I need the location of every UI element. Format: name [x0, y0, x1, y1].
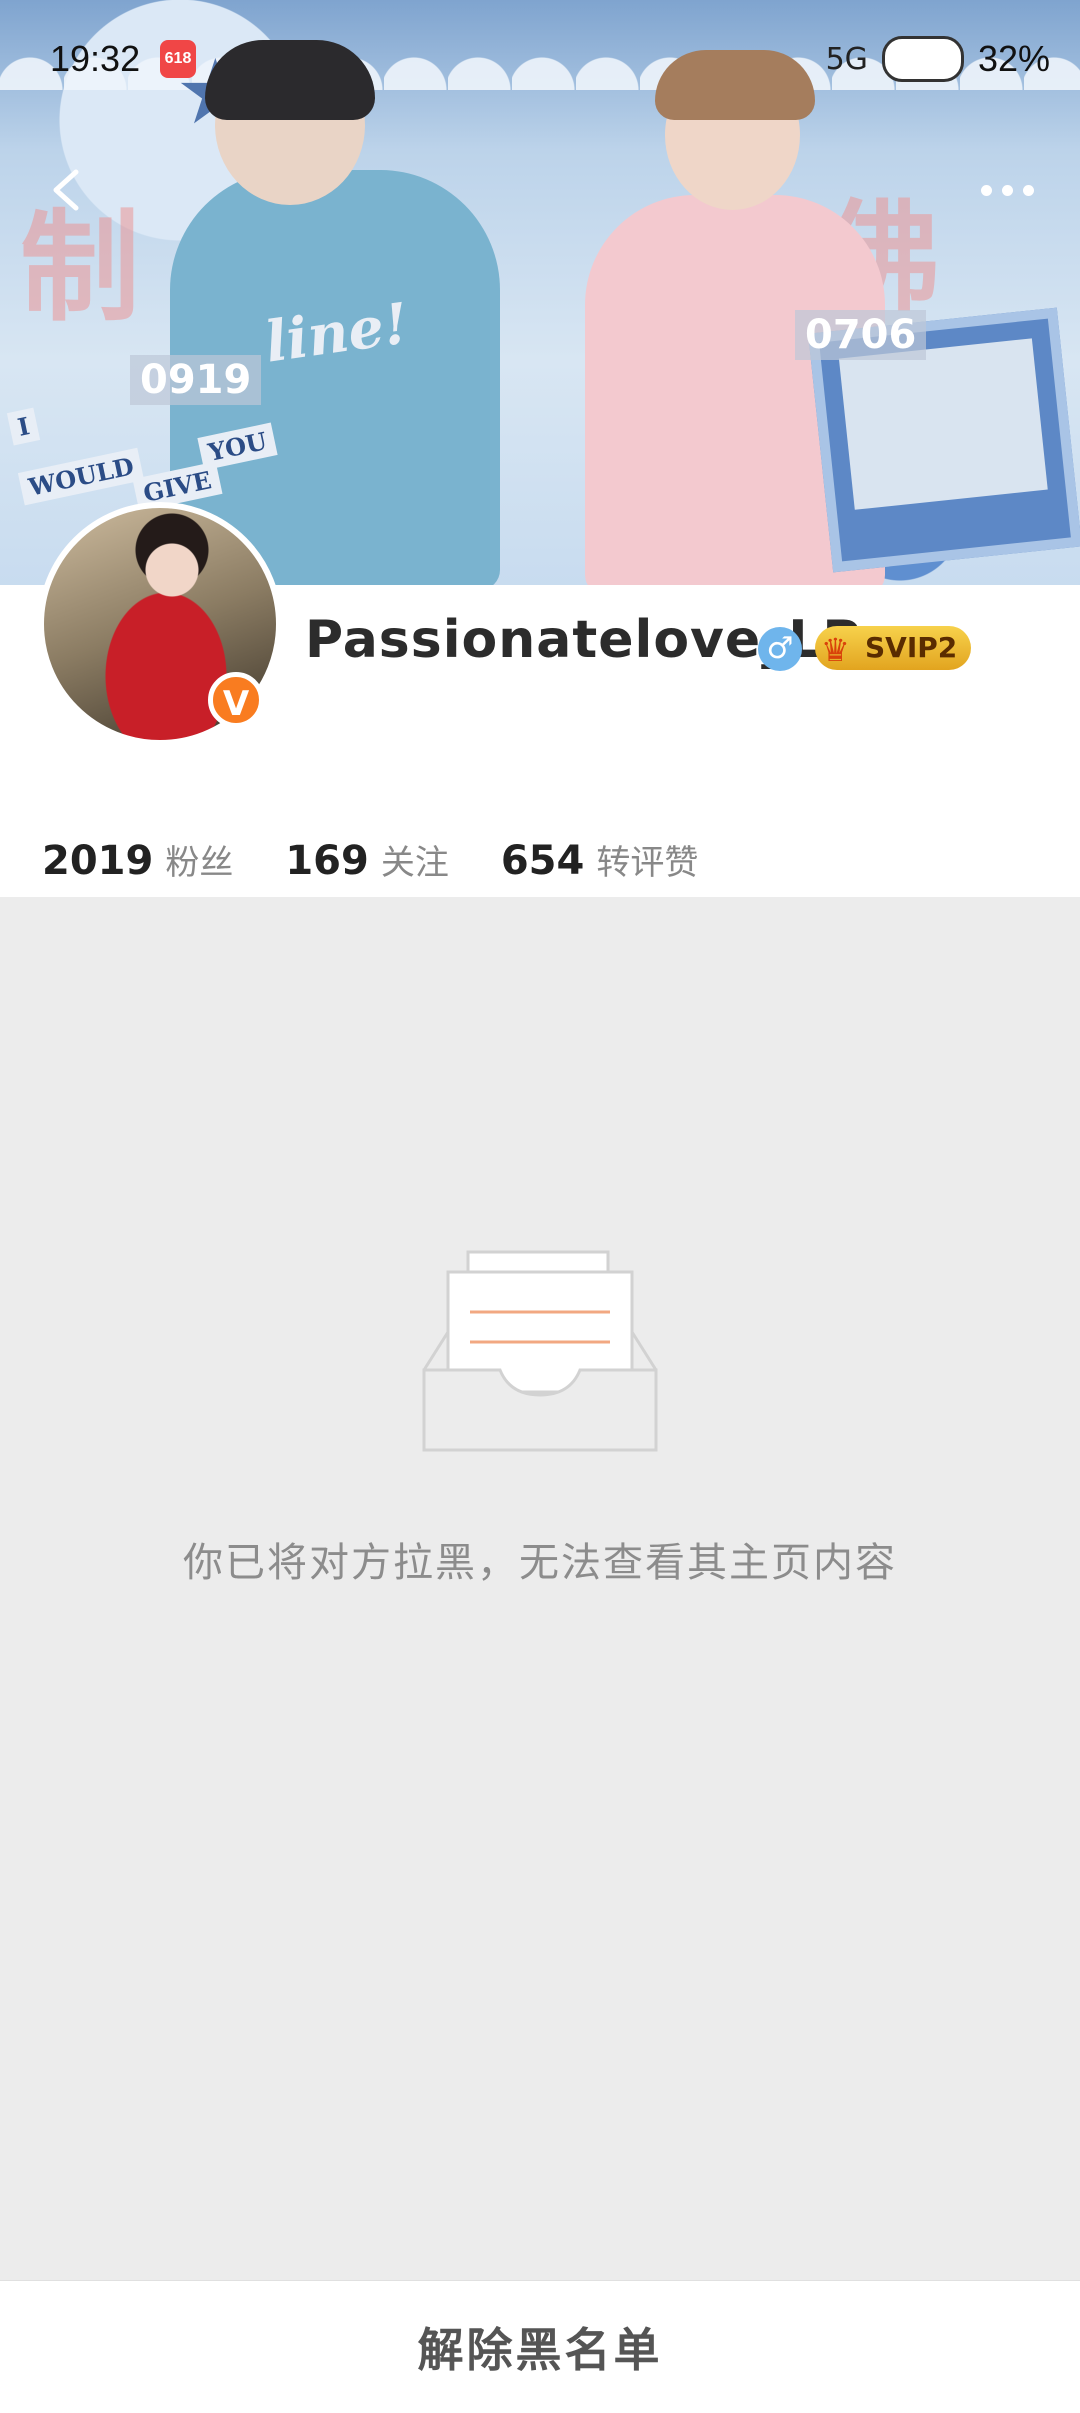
inbox-empty-icon [422, 1250, 658, 1452]
banner-word: I [6, 407, 41, 446]
stat-value: 654 [500, 838, 585, 884]
status-network-icon: 5G [825, 41, 868, 77]
stat-interactions[interactable]: 654 转评赞 [501, 835, 699, 884]
unblock-button[interactable]: 解除黑名单 [0, 2281, 1080, 2413]
svip-label: SVIP2 [865, 631, 958, 664]
stat-label: 关注 [380, 843, 449, 883]
banner-stamp: 0919 [130, 355, 262, 405]
status-bar: 19:32 618 5G 32% [0, 0, 1080, 120]
stat-label: 粉丝 [165, 843, 234, 883]
stat-value: 169 [285, 838, 369, 884]
back-arrow-icon [53, 169, 79, 211]
stat-following[interactable]: 169 关注 [285, 835, 449, 884]
bottom-bar: 解除黑名单 [0, 2280, 1080, 2413]
battery-level: 32% [977, 38, 1050, 79]
status-time: 19:32 [50, 38, 141, 79]
status-icons: 5G 32% [826, 36, 1050, 82]
banner-word: WOULD [17, 447, 145, 506]
cloud-icon [881, 36, 964, 82]
stat-value: 2019 [42, 838, 154, 884]
more-dots-icon [980, 184, 1034, 196]
back-button[interactable] [38, 160, 98, 220]
blocked-message: 你已将对方拉黑，无法查看其主页内容 [183, 1540, 897, 1586]
svip-badge[interactable]: ♛ SVIP2 [815, 626, 972, 670]
gender-male-icon: ♂ [758, 627, 802, 671]
more-button[interactable] [972, 170, 1042, 210]
crown-icon: ♛ [821, 631, 850, 669]
stat-followers[interactable]: 2019 粉丝 [42, 835, 233, 884]
verified-badge: V [208, 672, 264, 728]
stat-label: 转评赞 [596, 843, 699, 883]
banner-stamp: 0706 [795, 310, 927, 360]
notification-app-icon: 618 [160, 40, 196, 78]
profile-stats: 2019 粉丝 169 关注 654 转评赞 [42, 835, 750, 884]
